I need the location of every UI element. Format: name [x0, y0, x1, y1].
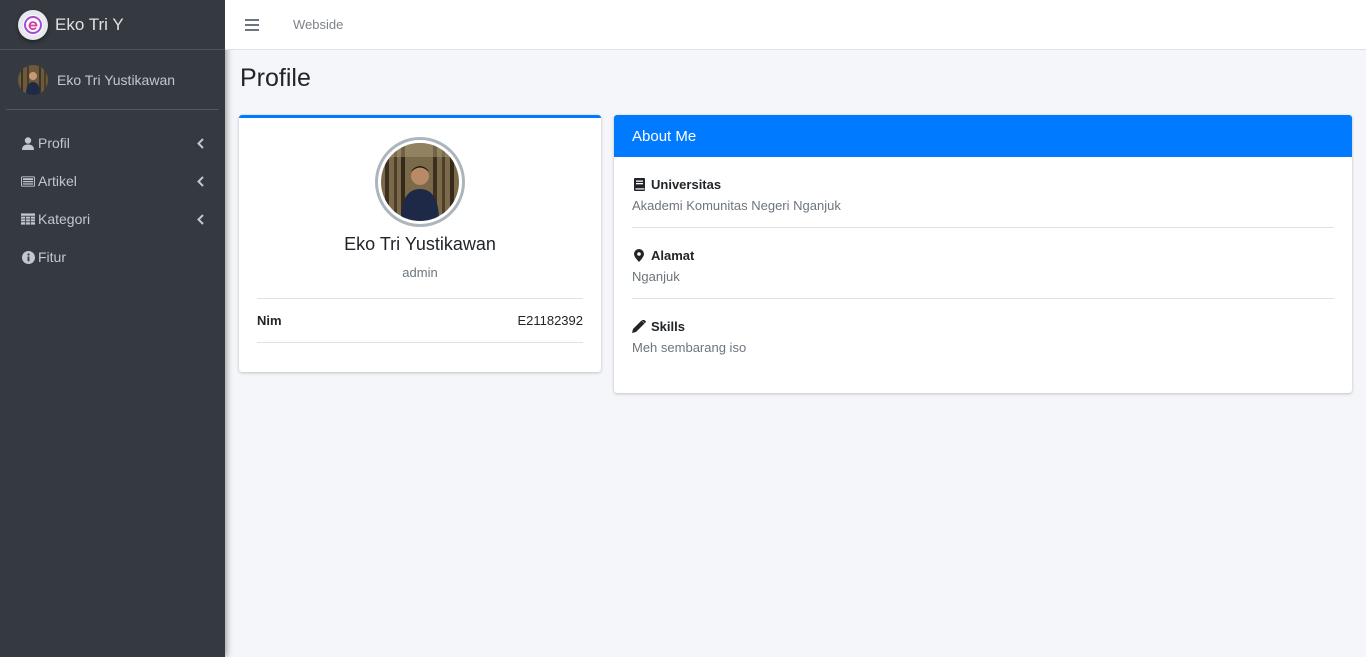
brand-link[interactable]: Eko Tri Y — [0, 0, 225, 50]
top-navbar: Webside — [225, 0, 1366, 50]
sidebar-item-kategori[interactable]: Kategori — [0, 200, 225, 238]
about-me-card: About Me Universitas Akademi Komunitas N… — [614, 115, 1352, 393]
sidebar-item-profil[interactable]: Profil — [0, 124, 225, 162]
section-value: Meh sembarang iso — [632, 340, 747, 355]
sidebar-item-label: Artikel — [38, 173, 77, 189]
map-marker-icon — [632, 249, 646, 263]
profile-picture — [375, 137, 465, 227]
section-value: Nganjuk — [632, 269, 680, 284]
sidebar-item-label: Kategori — [38, 211, 91, 227]
user-name: Eko Tri Yustikawan — [57, 71, 176, 88]
newspaper-icon — [21, 174, 35, 188]
brand-title: Eko Tri Y — [55, 14, 124, 34]
chevron-left-icon — [197, 175, 205, 187]
info-circle-icon — [21, 250, 35, 264]
about-section-alamat: Alamat Nganjuk — [632, 228, 1334, 299]
sidebar-item-label: Profil — [38, 135, 70, 151]
sidebar-item-artikel[interactable]: Artikel — [0, 162, 225, 200]
brand-logo-icon — [18, 9, 48, 40]
table-icon — [21, 212, 35, 226]
user-panel[interactable]: Eko Tri Yustikawan — [6, 50, 219, 110]
page-title: Profile — [240, 64, 311, 92]
sidebar-item-fitur[interactable]: Fitur — [0, 238, 225, 276]
field-value: E21182392 — [517, 313, 583, 328]
avatar — [18, 64, 48, 95]
about-section-universitas: Universitas Akademi Komunitas Negeri Nga… — [632, 157, 1334, 228]
navbar-link-webside[interactable]: Webside — [293, 17, 343, 32]
pencil-icon — [632, 320, 646, 334]
menu-toggle-icon[interactable] — [245, 18, 259, 31]
section-value: Akademi Komunitas Negeri Nganjuk — [632, 198, 841, 213]
section-label: Skills — [651, 319, 685, 334]
chevron-left-icon — [197, 137, 205, 149]
user-icon — [21, 136, 35, 150]
about-section-skills: Skills Meh sembarang iso — [632, 299, 1334, 370]
main-sidebar: Eko Tri Y Eko Tri Yustikawan Profil Arti… — [0, 0, 225, 657]
chevron-left-icon — [197, 213, 205, 225]
profile-username: Eko Tri Yustikawan — [344, 234, 496, 254]
book-icon — [632, 178, 646, 192]
list-item: Nim E21182392 — [257, 298, 583, 343]
profile-role: admin — [402, 265, 438, 280]
profile-card: Eko Tri Yustikawan admin Nim E21182392 — [239, 115, 601, 372]
sidebar-item-label: Fitur — [38, 249, 66, 265]
section-label: Alamat — [651, 248, 695, 263]
section-label: Universitas — [651, 177, 722, 192]
field-label: Nim — [257, 313, 282, 328]
sidebar-nav: Profil Artikel Kategori Fitur — [0, 124, 225, 276]
about-me-header: About Me — [614, 115, 1352, 157]
